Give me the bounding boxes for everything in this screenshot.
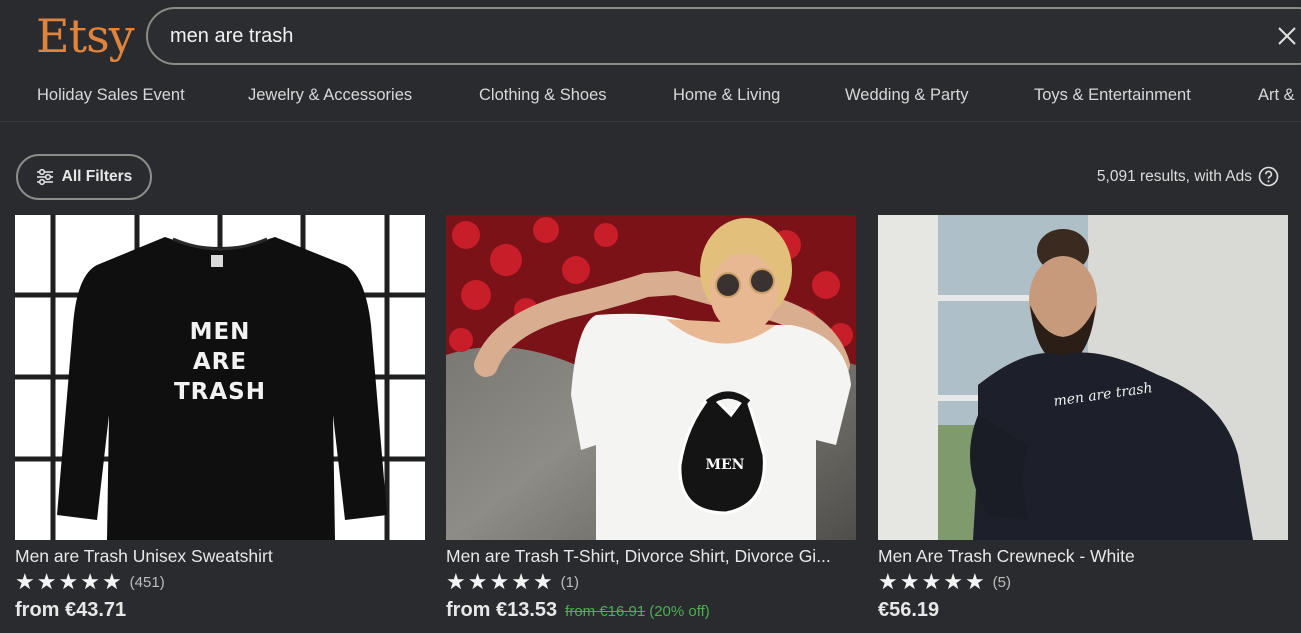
- product-card[interactable]: men are trash Men Are Trash Crewneck - W…: [878, 215, 1288, 622]
- star-icon: ★: [446, 569, 466, 594]
- product-card[interactable]: MEN Men are Trash T-Shirt, Divorce Shirt…: [446, 215, 856, 622]
- product-image-tshirt[interactable]: MEN: [446, 215, 856, 540]
- rating: ★ ★ ★ ★ ★ (451): [15, 571, 425, 593]
- product-image-sweatshirt[interactable]: MEN ARE TRASH: [15, 215, 425, 540]
- help-icon[interactable]: [1258, 166, 1279, 187]
- category-art[interactable]: Art &: [1258, 86, 1295, 105]
- review-count: (451): [129, 573, 165, 591]
- etsy-search-page: Etsy Holiday Sales Event Jewelry & Acces…: [0, 0, 1301, 633]
- results-count: 5,091 results, with Ads: [1097, 166, 1279, 187]
- price: from €43.71: [15, 599, 127, 621]
- category-holiday-sales[interactable]: Holiday Sales Event: [37, 86, 185, 105]
- category-clothing[interactable]: Clothing & Shoes: [479, 86, 607, 105]
- star-icon: ★: [489, 569, 510, 594]
- star-icon: ★: [511, 569, 531, 594]
- product-image-crewneck[interactable]: men are trash: [878, 215, 1288, 540]
- header: Etsy: [0, 0, 1301, 72]
- category-jewelry[interactable]: Jewelry & Accessories: [248, 86, 412, 105]
- category-nav: Holiday Sales Event Jewelry & Accessorie…: [0, 76, 1301, 122]
- print-line: MEN: [705, 457, 745, 473]
- star-icon: ★: [467, 569, 488, 594]
- review-count: (5): [992, 573, 1012, 591]
- star-icon: ★: [58, 569, 79, 594]
- print-line: MEN: [189, 319, 251, 345]
- etsy-logo[interactable]: Etsy: [36, 6, 135, 66]
- price-row: €56.19: [878, 599, 1288, 622]
- star-icon: ★: [15, 569, 35, 594]
- star-icon: ★: [899, 569, 920, 594]
- review-count: (1): [560, 573, 580, 591]
- close-icon[interactable]: [1274, 23, 1300, 49]
- star-icon: ★: [943, 569, 963, 594]
- price-row: from €43.71: [15, 599, 425, 622]
- star-icon: ★: [532, 569, 553, 594]
- rating: ★ ★ ★ ★ ★ (5): [878, 571, 1288, 593]
- star-icon: ★: [878, 569, 898, 594]
- product-title[interactable]: Men are Trash Unisex Sweatshirt: [15, 546, 425, 567]
- category-wedding[interactable]: Wedding & Party: [845, 86, 969, 105]
- all-filters-button[interactable]: All Filters: [16, 154, 152, 200]
- star-icon: ★: [921, 569, 942, 594]
- print-line: TRASH: [173, 379, 266, 405]
- category-home[interactable]: Home & Living: [673, 86, 780, 105]
- star-icon: ★: [80, 569, 100, 594]
- price-row: from €13.53 from €16.91 (20% off): [446, 599, 856, 622]
- original-price: from €16.91: [565, 603, 646, 620]
- results-text: 5,091 results, with Ads: [1096, 167, 1252, 185]
- star-icon: ★: [101, 569, 122, 594]
- product-title[interactable]: Men are Trash T-Shirt, Divorce Shirt, Di…: [446, 546, 856, 567]
- search-bar[interactable]: [146, 7, 1301, 65]
- print-line: ARE: [192, 349, 248, 375]
- star-icon: ★: [36, 569, 57, 594]
- product-title[interactable]: Men Are Trash Crewneck - White: [878, 546, 1288, 567]
- rating: ★ ★ ★ ★ ★ (1): [446, 571, 856, 593]
- discount-badge: (20% off): [649, 603, 710, 620]
- star-icon: ★: [964, 569, 985, 594]
- price: €56.19: [878, 599, 940, 621]
- search-input[interactable]: [170, 21, 1250, 51]
- sliders-icon: [36, 168, 53, 186]
- price: from €13.53: [446, 599, 558, 621]
- product-card[interactable]: MEN ARE TRASH Men are Trash Unisex Sweat…: [15, 215, 425, 622]
- category-toys[interactable]: Toys & Entertainment: [1034, 86, 1191, 105]
- all-filters-label: All Filters: [61, 168, 133, 185]
